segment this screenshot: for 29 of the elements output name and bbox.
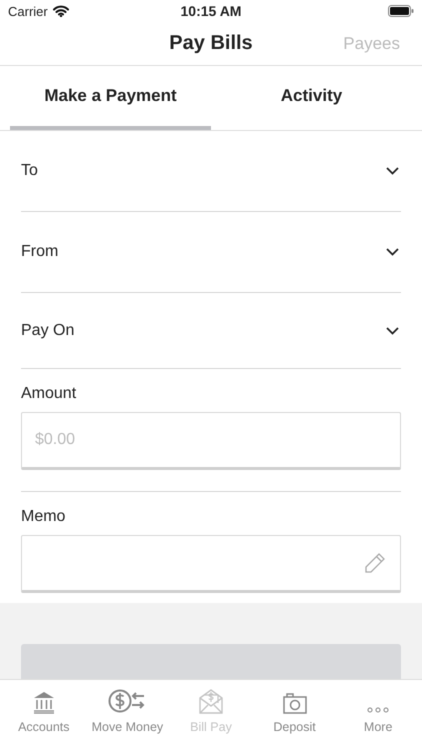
camera-icon [282,692,307,714]
select-field[interactable]: From [21,212,401,293]
bank-icon [32,690,56,714]
payees-button[interactable]: Payees [343,34,400,54]
chevron-down-icon [386,167,399,175]
pencil-icon [364,552,386,574]
tab[interactable]: Make a Payment [10,66,211,130]
carrier-label: Carrier [8,4,48,18]
tab-bar-item[interactable]: More [336,680,420,750]
envelope-dollar-icon [198,688,223,714]
wifi-icon [52,5,69,17]
amount-field[interactable]: $0.00 [21,412,401,470]
battery-icon [388,5,414,17]
tab-bar-item[interactable]: Move Money [86,680,170,750]
chevron-down-icon [386,248,399,256]
more-icon [366,706,390,714]
page-title: Pay Bills [169,32,253,55]
field-label: Memo [21,508,66,526]
clock-time: 10:15 AM [180,3,242,19]
money-transfer-icon [108,688,146,714]
tab-bar-item[interactable]: Deposit [252,680,336,750]
field-label: Amount [21,385,78,403]
memo-field[interactable] [21,535,401,593]
tab-bar-item[interactable]: Accounts [2,680,86,750]
select-field[interactable]: To [21,131,401,212]
chevron-down-icon [386,326,399,334]
tab[interactable]: Activity [211,66,412,130]
continue-button[interactable] [21,644,401,679]
select-field[interactable]: Pay On [21,293,401,369]
